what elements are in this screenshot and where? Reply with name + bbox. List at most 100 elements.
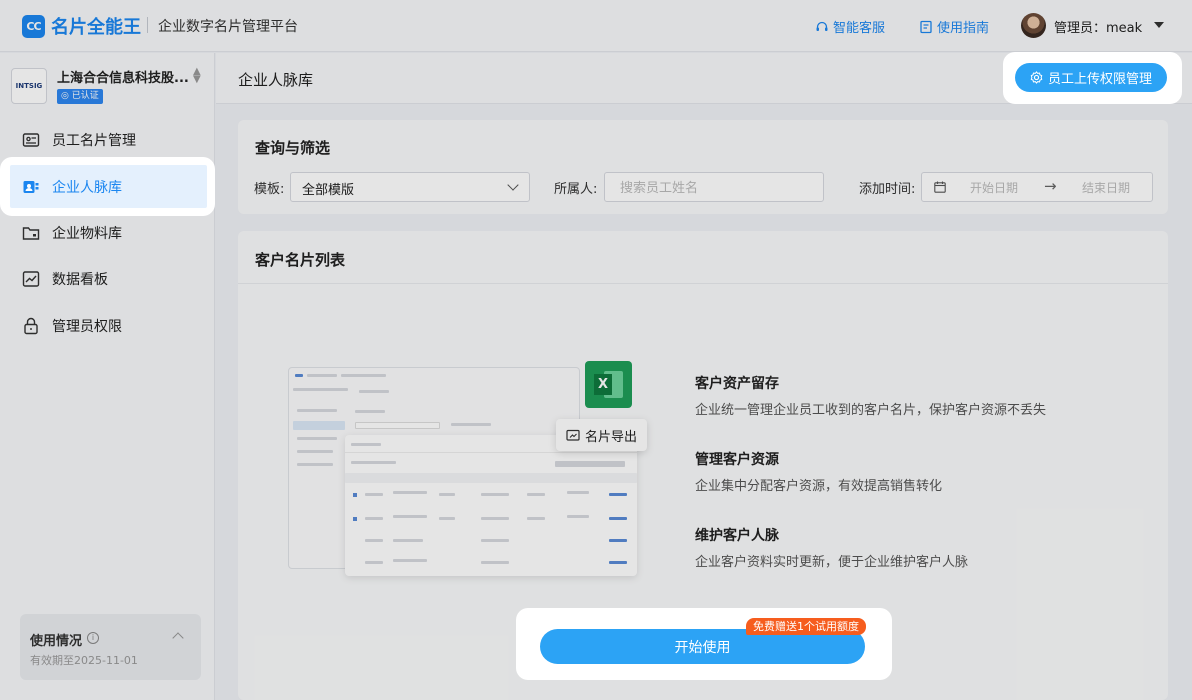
owner-label: 所属人: xyxy=(554,182,598,197)
mock-line xyxy=(393,515,427,518)
date-label: 添加时间: xyxy=(859,182,916,197)
mock-line xyxy=(341,374,386,377)
mock-line xyxy=(297,409,337,412)
id-card-icon xyxy=(22,133,40,147)
mock-line xyxy=(365,561,383,564)
mock-line xyxy=(365,493,383,496)
user-guide-link[interactable]: 使用指南 xyxy=(919,17,989,36)
date-range-picker[interactable]: 开始日期 → 结束日期 xyxy=(921,172,1153,202)
chart-icon xyxy=(22,271,40,287)
mock-line xyxy=(609,493,627,496)
sidebar-item-label: 管理员权限 xyxy=(52,319,122,335)
sidebar-item-label: 企业人脉库 xyxy=(52,179,122,196)
free-trial-badge: 免费赠送1个试用额度 xyxy=(746,618,866,635)
card-list-title: 客户名片列表 xyxy=(255,251,346,269)
mock-line xyxy=(609,517,627,520)
folder-icon xyxy=(22,227,40,240)
excel-icon: X xyxy=(585,361,632,408)
mock-line: X xyxy=(594,374,612,395)
caret-down-icon[interactable] xyxy=(1154,22,1164,28)
filter-panel: 查询与筛选 模板: 全部模版 所属人: 添加时间: 开始日期 → 结束日期 xyxy=(238,120,1168,214)
mock-line xyxy=(351,443,381,446)
page-title: 企业人脉库 xyxy=(238,71,314,89)
sidebar-item-contacts-base-active[interactable]: 企业人脉库 xyxy=(10,165,207,208)
usage-expiry: 有效期至2025-11-01 xyxy=(30,654,138,667)
mock-line xyxy=(481,561,509,564)
info-icon[interactable]: i xyxy=(87,632,99,644)
gear-icon xyxy=(1030,71,1043,84)
export-icon xyxy=(566,429,580,441)
date-start-placeholder[interactable]: 开始日期 xyxy=(970,179,1018,196)
mock-line xyxy=(609,561,627,564)
sidebar-item-admin-permissions[interactable]: 管理员权限 xyxy=(0,304,215,348)
template-value: 全部模版 xyxy=(302,183,355,198)
feature-desc: 企业客户资料实时更新，便于企业维护客户人脉 xyxy=(695,555,969,570)
brand-name: 名片全能王 xyxy=(51,17,141,38)
mock-line xyxy=(293,388,348,391)
mock-line xyxy=(567,515,589,518)
sidebar-item-employee-cards[interactable]: 员工名片管理 xyxy=(0,118,215,162)
mock-line xyxy=(393,491,427,494)
mock-logo xyxy=(295,374,303,377)
mock-line xyxy=(439,517,455,520)
mock-line xyxy=(355,410,385,413)
divider xyxy=(345,452,637,453)
mock-line xyxy=(297,450,333,453)
date-range-arrow: → xyxy=(1044,177,1057,195)
verified-label: 已认证 xyxy=(71,91,99,101)
template-select[interactable]: 全部模版 xyxy=(290,172,530,202)
customer-service-label: 智能客服 xyxy=(833,21,886,36)
mock-line xyxy=(307,374,337,377)
mock-line xyxy=(439,493,455,496)
card-export-chip: 名片导出 xyxy=(556,419,647,451)
divider xyxy=(238,283,1168,284)
date-end-placeholder[interactable]: 结束日期 xyxy=(1082,179,1130,196)
usage-title: 使用情况 xyxy=(30,634,83,649)
upload-permission-button[interactable]: 员工上传权限管理 xyxy=(1015,63,1167,92)
owner-search-input[interactable] xyxy=(604,172,824,202)
switch-arrows-icon[interactable]: ▲ ▼ xyxy=(193,67,201,85)
lock-icon xyxy=(24,317,38,335)
contacts-icon xyxy=(23,180,39,193)
sidebar-item-dashboard[interactable]: 数据看板 xyxy=(0,257,215,301)
avatar[interactable] xyxy=(1021,13,1046,38)
mock-line xyxy=(345,473,637,483)
template-label: 模板: xyxy=(254,182,285,197)
chevron-up-icon[interactable] xyxy=(172,632,184,644)
mock-line xyxy=(567,491,589,494)
headset-icon xyxy=(816,21,828,31)
document-icon xyxy=(920,20,932,33)
customer-service-link[interactable]: 智能客服 xyxy=(815,17,885,36)
calendar-icon xyxy=(934,181,946,193)
mock-line xyxy=(481,493,509,496)
feature-title: 客户资产留存 xyxy=(695,376,779,392)
mock-line xyxy=(481,517,509,520)
admin-name[interactable]: 管理员：meak xyxy=(1054,17,1142,36)
top-bar: CC 名片全能王 企业数字名片管理平台 智能客服 使用指南 管理员：meak xyxy=(0,0,1192,52)
mock-line xyxy=(451,423,491,426)
mock-line xyxy=(393,559,427,562)
feature-desc: 企业集中分配客户资源，有效提高销售转化 xyxy=(695,479,943,494)
verified-badge: ◎ 已认证 xyxy=(57,89,103,104)
header-divider xyxy=(147,17,148,33)
export-label: 名片导出 xyxy=(584,429,637,445)
mock-line xyxy=(355,422,440,429)
mock-line xyxy=(359,390,389,393)
feature-desc: 企业统一管理企业员工收到的客户名片，保护客户资源不丢失 xyxy=(695,403,1047,418)
mock-line xyxy=(481,539,509,542)
company-switcher[interactable]: INTSIG 上海合合信息科技股... ▲ ▼ ◎ 已认证 xyxy=(11,66,206,116)
illustration-table xyxy=(345,435,637,576)
sidebar-item-label: 企业物料库 xyxy=(52,226,122,242)
sidebar-item-materials[interactable]: 企业物料库 xyxy=(0,211,215,255)
company-logo: INTSIG xyxy=(11,68,47,104)
mock-line xyxy=(365,539,383,542)
mock-line xyxy=(527,517,545,520)
usage-card[interactable]: 使用情况 i 有效期至2025-11-01 xyxy=(20,614,201,680)
chevron-down-icon xyxy=(507,179,519,191)
mock-line xyxy=(297,463,333,466)
mock-line xyxy=(293,421,345,430)
mock-line xyxy=(353,517,357,521)
sidebar: INTSIG 上海合合信息科技股... ▲ ▼ ◎ 已认证 员工名片管理 企业物料… xyxy=(0,53,215,700)
sidebar-item-label: 数据看板 xyxy=(52,272,108,288)
filter-title: 查询与筛选 xyxy=(255,139,331,157)
